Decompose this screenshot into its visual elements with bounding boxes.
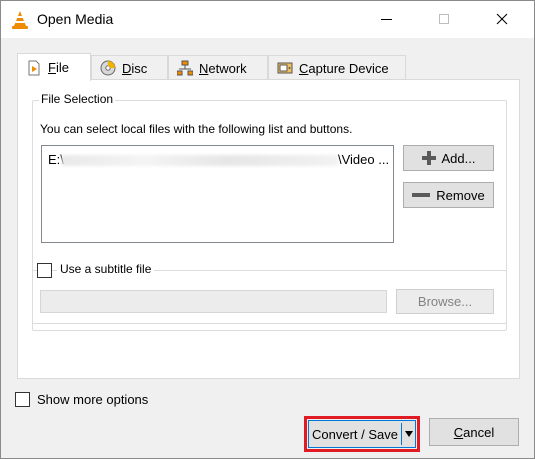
- add-button[interactable]: Add...: [403, 145, 494, 171]
- title-bar: Open Media: [1, 1, 534, 38]
- minus-icon: [412, 193, 431, 197]
- browse-button-label: Browse...: [417, 294, 473, 309]
- use-subtitle-label: Use a subtitle file: [57, 262, 155, 276]
- use-subtitle-checkbox[interactable]: [37, 263, 52, 278]
- file-selection-title: File Selection: [39, 92, 116, 106]
- cancel-button-label: Cancel: [453, 424, 495, 440]
- tab-network[interactable]: Network: [168, 55, 268, 80]
- convert-save-label: Convert / Save: [312, 426, 398, 442]
- network-icon: [176, 60, 194, 76]
- file-selection-description: You can select local files with the foll…: [40, 122, 353, 136]
- subtitle-group: Use a subtitle file Browse...: [32, 262, 507, 324]
- file-tab-panel: File Selection You can select local file…: [17, 79, 520, 379]
- tab-network-label: Network: [199, 60, 247, 76]
- remove-button-label: Remove: [436, 187, 485, 203]
- tab-capture-device[interactable]: Capture Device: [268, 55, 406, 80]
- show-more-options-checkbox[interactable]: [15, 392, 30, 407]
- tab-file[interactable]: File: [17, 53, 91, 81]
- add-button-label: Add...: [441, 150, 476, 166]
- redacted-path: [62, 155, 338, 166]
- file-list[interactable]: E:\ \Video ...: [41, 145, 394, 243]
- maximize-icon: [439, 14, 449, 24]
- open-media-window: Open Media File Disc Network Capture Dev…: [0, 0, 535, 459]
- subtitle-path-input: [40, 290, 387, 313]
- tab-capture-device-label: Capture Device: [299, 60, 389, 76]
- disc-icon: [100, 60, 116, 76]
- minimize-button[interactable]: [363, 1, 409, 37]
- maximize-button[interactable]: [421, 1, 467, 37]
- close-button[interactable]: [479, 1, 525, 37]
- show-more-options-label: Show more options: [37, 392, 149, 407]
- file-path-suffix: \Video ...: [338, 152, 390, 167]
- convert-dropdown-button[interactable]: [401, 423, 415, 445]
- vlc-cone-icon: [11, 10, 29, 30]
- window-title: Open Media: [37, 11, 114, 27]
- show-more-options[interactable]: Show more options: [15, 392, 148, 407]
- remove-button[interactable]: Remove: [403, 182, 494, 208]
- minimize-icon: [380, 18, 392, 20]
- capture-device-icon: [277, 60, 293, 76]
- convert-save-button[interactable]: Convert / Save: [304, 416, 420, 452]
- cancel-button[interactable]: Cancel: [429, 418, 519, 446]
- browse-button: Browse...: [396, 289, 494, 314]
- close-icon: [496, 13, 508, 25]
- tab-file-label: File: [48, 60, 69, 75]
- tab-disc[interactable]: Disc: [91, 55, 168, 80]
- list-item[interactable]: E:\ \Video ...: [48, 152, 390, 168]
- tab-disc-label: Disc: [122, 60, 148, 76]
- plus-icon: [421, 151, 436, 165]
- chevron-down-icon: [404, 431, 413, 437]
- file-play-icon: [26, 60, 42, 76]
